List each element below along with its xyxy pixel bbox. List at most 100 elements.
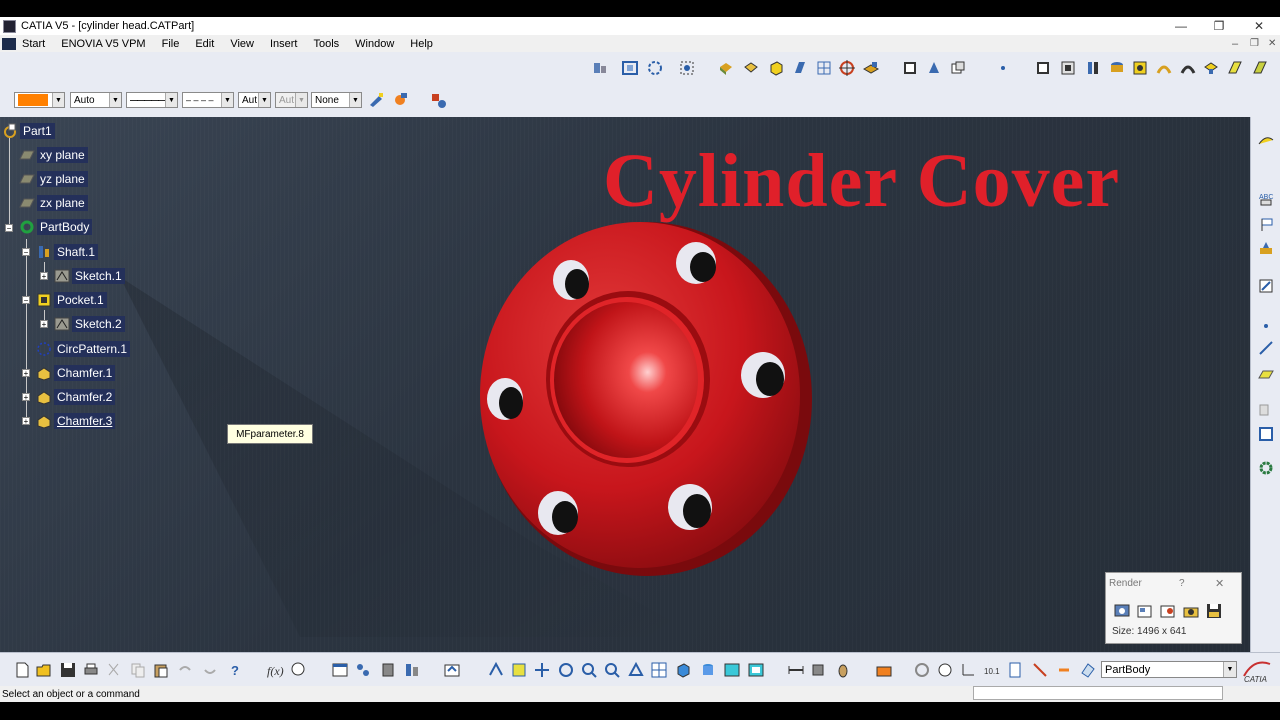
surface-icon[interactable] bbox=[1256, 131, 1276, 151]
pan-icon[interactable] bbox=[532, 660, 552, 680]
menu-file[interactable]: File bbox=[162, 38, 180, 50]
menu-window[interactable]: Window bbox=[355, 38, 394, 50]
tree-item-chamfer-2[interactable]: Chamfer.2 bbox=[36, 388, 116, 406]
close-button[interactable]: ✕ bbox=[1240, 17, 1278, 35]
rotate-icon[interactable] bbox=[645, 58, 665, 78]
wireframe-icon[interactable] bbox=[814, 58, 834, 78]
tree-item-circpattern-1[interactable]: CircPattern.1 bbox=[36, 340, 131, 358]
undo-icon[interactable] bbox=[175, 660, 195, 680]
apply-material-icon[interactable] bbox=[1256, 238, 1276, 258]
graphic-properties-icon[interactable] bbox=[428, 90, 448, 110]
redo-icon[interactable] bbox=[200, 660, 220, 680]
doc-restore-button[interactable]: ❐ bbox=[1250, 38, 1259, 49]
rotate-view-icon[interactable] bbox=[556, 660, 576, 680]
stiffener-tool-icon[interactable] bbox=[1201, 58, 1221, 78]
axis-system-icon[interactable] bbox=[1256, 400, 1276, 420]
multi-view-icon[interactable] bbox=[649, 660, 669, 680]
tree-item-partbody[interactable]: PartBody bbox=[19, 218, 93, 236]
knowledge-advisor-icon[interactable] bbox=[288, 660, 308, 680]
render-camera-icon[interactable] bbox=[1181, 601, 1201, 621]
expand-icon[interactable]: + bbox=[22, 393, 30, 402]
cut-icon[interactable] bbox=[104, 660, 124, 680]
pad-icon[interactable] bbox=[1033, 58, 1053, 78]
snap-grid-icon[interactable]: 10.1 bbox=[981, 660, 1001, 680]
new-file-icon[interactable] bbox=[12, 660, 32, 680]
sketcher-icon[interactable] bbox=[1256, 276, 1276, 296]
copy-icon[interactable] bbox=[128, 660, 148, 680]
collapse-icon[interactable]: − bbox=[5, 224, 13, 233]
tree-item-zx-plane[interactable]: zx plane bbox=[19, 194, 88, 212]
body-select-icon[interactable] bbox=[1078, 660, 1098, 680]
multiview-icon[interactable] bbox=[790, 58, 810, 78]
doc-close-button[interactable]: ✕ bbox=[1268, 38, 1276, 49]
iso-view-icon[interactable] bbox=[673, 660, 693, 680]
3d-viewport[interactable]: Part1 xy plane yz plane zx plane − PartB… bbox=[0, 117, 1250, 652]
axis-icon[interactable] bbox=[958, 660, 978, 680]
print-icon[interactable] bbox=[81, 660, 101, 680]
menu-help[interactable]: Help bbox=[410, 38, 433, 50]
tree-item-chamfer-1[interactable]: Chamfer.1 bbox=[36, 364, 116, 382]
menu-enovia[interactable]: ENOVIA V5 VPM bbox=[61, 38, 145, 50]
tree-item-sketch-1[interactable]: Sketch.1 bbox=[54, 267, 125, 285]
plane-icon[interactable] bbox=[1256, 364, 1276, 384]
groove-tool-icon[interactable] bbox=[1107, 58, 1127, 78]
point-icon[interactable] bbox=[1256, 316, 1276, 336]
table-icon[interactable] bbox=[330, 660, 350, 680]
dimension-icon[interactable] bbox=[1054, 660, 1074, 680]
expand-icon[interactable]: + bbox=[40, 320, 48, 329]
maximize-button[interactable]: ❐ bbox=[1200, 17, 1238, 35]
linetype-combo[interactable]: —————— ▼ bbox=[126, 92, 178, 108]
fly-icon[interactable] bbox=[486, 660, 506, 680]
save-icon[interactable] bbox=[58, 660, 78, 680]
shading-edges-icon[interactable] bbox=[741, 58, 761, 78]
constraint-icon[interactable] bbox=[1030, 660, 1050, 680]
render-shooting-icon[interactable] bbox=[1112, 601, 1132, 621]
fit-all-icon[interactable] bbox=[509, 660, 529, 680]
tree-item-shaft-1[interactable]: Shaft.1 bbox=[36, 243, 99, 261]
copy-format-icon[interactable] bbox=[390, 90, 410, 110]
expand-icon[interactable]: + bbox=[40, 272, 48, 281]
measure-inertia-icon[interactable] bbox=[833, 660, 853, 680]
linestyle-combo[interactable]: – – – – ▼ bbox=[182, 92, 234, 108]
menu-start[interactable]: Start bbox=[22, 38, 45, 50]
material-icon[interactable] bbox=[861, 58, 881, 78]
paste-icon[interactable] bbox=[151, 660, 171, 680]
sketch-plane-icon[interactable] bbox=[900, 58, 920, 78]
render-image-icon[interactable] bbox=[1158, 601, 1178, 621]
current-body-combo[interactable]: PartBody ▼ bbox=[1101, 661, 1237, 678]
update-icon[interactable] bbox=[442, 660, 462, 680]
transparency-combo[interactable]: Auto ▼ bbox=[70, 92, 122, 108]
doc-minimize-button[interactable]: – bbox=[1232, 38, 1238, 50]
measure-item-icon[interactable] bbox=[809, 660, 829, 680]
shading-icon[interactable] bbox=[716, 58, 736, 78]
render-scene-icon[interactable] bbox=[1135, 601, 1155, 621]
formula-icon[interactable]: f(x) bbox=[265, 660, 285, 680]
swap-visible-icon[interactable] bbox=[948, 58, 968, 78]
library-icon[interactable] bbox=[378, 660, 398, 680]
text-annotation-icon[interactable]: ABC bbox=[1256, 189, 1276, 209]
shaft-tool-icon[interactable] bbox=[1083, 58, 1103, 78]
analysis-icon[interactable] bbox=[402, 660, 422, 680]
cube-icon[interactable] bbox=[766, 58, 786, 78]
normal-view-icon[interactable] bbox=[626, 660, 646, 680]
hide-show-view-icon[interactable] bbox=[722, 660, 742, 680]
rib-tool-icon[interactable] bbox=[1154, 58, 1174, 78]
tree-item-pocket-1[interactable]: Pocket.1 bbox=[36, 291, 107, 309]
whats-this-icon[interactable]: ? bbox=[225, 660, 245, 680]
painter-icon[interactable] bbox=[366, 90, 386, 110]
catalog-icon[interactable] bbox=[353, 660, 373, 680]
close-icon[interactable]: ✕ bbox=[1215, 577, 1224, 590]
refresh-icon[interactable] bbox=[912, 660, 932, 680]
zoom-out-icon[interactable] bbox=[602, 660, 622, 680]
fly-mode-icon[interactable] bbox=[590, 58, 610, 78]
pocket-tool-icon[interactable] bbox=[1058, 58, 1078, 78]
flag-note-icon[interactable] bbox=[1256, 214, 1276, 234]
thickness-combo[interactable]: Aut ▼ bbox=[238, 92, 271, 108]
zoom-area-icon[interactable] bbox=[677, 58, 697, 78]
minimize-button[interactable]: — bbox=[1162, 17, 1200, 35]
menu-edit[interactable]: Edit bbox=[195, 38, 214, 50]
measure-icon[interactable] bbox=[1256, 424, 1276, 444]
help-icon[interactable]: ? bbox=[1179, 578, 1185, 589]
layer-combo[interactable]: None ▼ bbox=[311, 92, 362, 108]
zoom-in-icon[interactable] bbox=[579, 660, 599, 680]
